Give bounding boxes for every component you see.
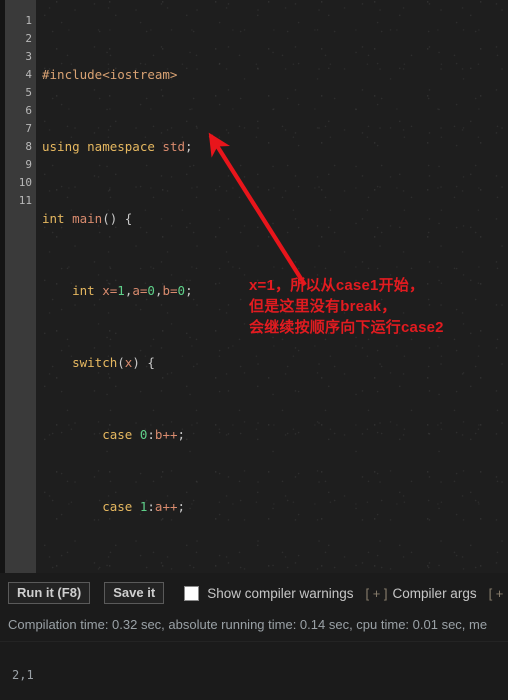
token-punct: ; [177, 499, 186, 514]
token-identifier: main [64, 211, 103, 226]
annotation-line-3: 会继续按顺序向下运行case2 [249, 319, 444, 336]
code-line-5: switch(x) { [42, 354, 502, 372]
show-compiler-warnings-checkbox[interactable] [184, 585, 200, 601]
token-punct: () { [102, 211, 133, 226]
annotation-line-2: 但是这里没有break， [249, 298, 397, 315]
line-number: 6 [25, 104, 32, 117]
token-keyword: int [72, 283, 95, 298]
line-number: 7 [25, 122, 32, 135]
token-keyword: switch [72, 355, 118, 370]
line-number: 3 [25, 50, 32, 63]
expand-toggle-icon-2[interactable]: [ + [489, 586, 504, 601]
token-identifier: a++ [154, 499, 178, 514]
token-number: 1 [132, 499, 148, 514]
code-line-6: case 0:b++; [42, 426, 502, 444]
token-punct: : [147, 427, 155, 442]
token-punct: ; [177, 427, 186, 442]
code-editor-pane[interactable]: 1 2 3 4 5 6 7 8 9 10 11 #include<iostrea… [0, 0, 508, 573]
token-number: 0 [177, 283, 186, 298]
annotation-line-1: x=1，所以从case1开始， [249, 277, 425, 294]
status-divider [0, 641, 508, 642]
token-number: 0 [147, 283, 155, 298]
token-operator: = [170, 283, 178, 298]
line-number: 1 [25, 14, 32, 27]
run-it-button[interactable]: Run it (F8) [8, 582, 91, 604]
line-number: 8 [25, 140, 32, 153]
editor-toolbar: Run it (F8) Save it Show compiler warnin… [0, 573, 508, 613]
token-punct: ) { [132, 355, 155, 370]
token-punct: : [147, 499, 155, 514]
line-number: 2 [25, 32, 32, 45]
token-identifier: b [162, 283, 170, 298]
code-line-1: #include<iostream> [42, 66, 502, 84]
save-it-button[interactable]: Save it [104, 582, 165, 604]
token-identifier: b++ [154, 427, 178, 442]
expand-toggle-icon[interactable]: [ + ] [366, 586, 388, 601]
token-punct: ; [185, 139, 193, 154]
cursor-position-indicator: 2,1 [12, 668, 34, 682]
token-keyword: using namespace [42, 139, 155, 154]
token-identifier: a [132, 283, 140, 298]
compiler-args-label[interactable]: Compiler args [393, 586, 477, 601]
show-compiler-warnings-label: Show compiler warnings [207, 585, 354, 601]
line-number: 9 [25, 158, 32, 171]
code-line-3: int main() { [42, 210, 502, 228]
line-number: 5 [25, 86, 32, 99]
line-number: 11 [18, 194, 32, 207]
token-number: 1 [117, 283, 125, 298]
code-line-2: using namespace std; [42, 138, 502, 156]
token-punct: ; [185, 283, 193, 298]
code-line-7: case 1:a++; [42, 498, 502, 516]
token-keyword: int [42, 211, 65, 226]
token-number: 0 [132, 427, 148, 442]
line-number: 10 [18, 176, 32, 189]
token-keyword: case [102, 499, 133, 514]
line-number-gutter: 1 2 3 4 5 6 7 8 9 10 11 [5, 0, 36, 573]
token-preprocessor: #include<iostream> [42, 67, 178, 82]
token-punct: ( [117, 355, 125, 370]
token-identifier: x [94, 283, 110, 298]
line-number: 4 [25, 68, 32, 81]
token-identifier: std [154, 139, 185, 154]
compilation-status-text: Compilation time: 0.32 sec, absolute run… [8, 617, 488, 632]
token-keyword: case [102, 427, 133, 442]
annotation-text-block: x=1，所以从case1开始， 但是这里没有break， 会继续按顺序向下运行c… [249, 275, 499, 338]
